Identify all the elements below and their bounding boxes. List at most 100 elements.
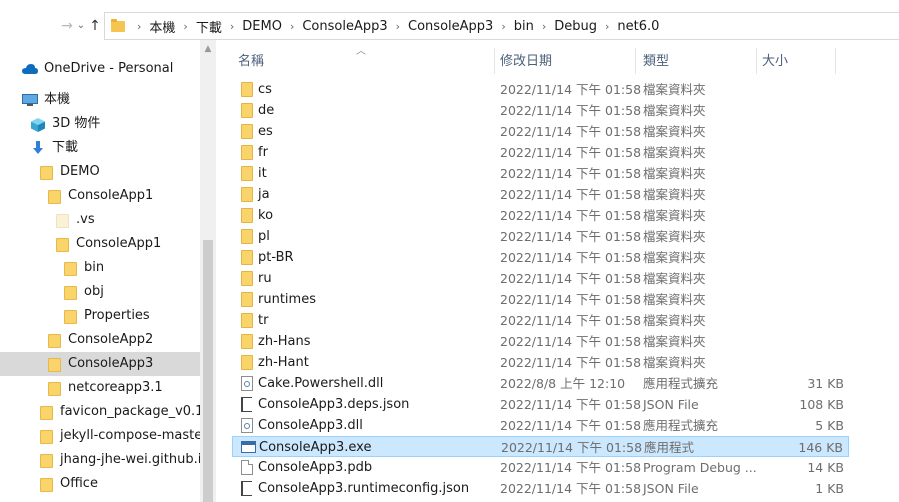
file-row[interactable]: ConsoleApp3.runtimeconfig.json 2022/11/14… [232, 478, 849, 499]
file-row[interactable]: tr 2022/11/14 下午 01:58 檔案資料夾 [232, 310, 849, 331]
file-row[interactable]: fr 2022/11/14 下午 01:58 檔案資料夾 [232, 142, 849, 163]
file-row[interactable]: ConsoleApp3.pdb 2022/11/14 下午 01:58 Progra… [232, 457, 849, 478]
file-size: 5 KB [815, 418, 844, 433]
column-divider[interactable] [635, 48, 636, 74]
file-row[interactable]: pl 2022/11/14 下午 01:58 檔案資料夾 [232, 226, 849, 247]
up-arrow-icon[interactable]: ↑ [86, 13, 104, 39]
sidebar-item-label: netcoreapp3.1 [68, 380, 163, 395]
sidebar-item-label: Office [60, 476, 98, 491]
sidebar-item-netcoreapp31[interactable]: netcoreapp3.1 [0, 376, 200, 400]
file-row[interactable]: es 2022/11/14 下午 01:58 檔案資料夾 [232, 121, 849, 142]
sidebar-item-github-io[interactable]: jhang-jhe-wei.github.io-m [0, 448, 200, 472]
sidebar-item-downloads[interactable]: 下載 [0, 136, 200, 160]
file-type: 檔案資料夾 [643, 229, 706, 244]
breadcrumb-item[interactable]: ConsoleApp3 [302, 19, 387, 34]
sidebar-item-bin[interactable]: bin [0, 256, 200, 280]
address-bar[interactable]: › 本機 › 下載 › DEMO › ConsoleApp3 › Console… [104, 12, 899, 40]
chevron-right-icon[interactable]: › [290, 20, 294, 33]
file-type: 檔案資料夾 [643, 82, 706, 97]
sidebar-item-consoleapp2[interactable]: ConsoleApp2 [0, 328, 200, 352]
scrollbar-thumb[interactable] [203, 240, 213, 502]
file-row[interactable]: ConsoleApp3.dll 2022/11/14 下午 01:58 應用程式擴充… [232, 415, 849, 436]
file-name: es [258, 124, 273, 139]
column-header-size[interactable]: 大小 [762, 50, 788, 74]
column-header-date[interactable]: 修改日期 [500, 50, 552, 74]
folder-icon [40, 430, 53, 444]
file-row[interactable]: ru 2022/11/14 下午 01:58 檔案資料夾 [232, 268, 849, 289]
breadcrumb-item[interactable]: bin [514, 19, 534, 34]
file-row-selected[interactable]: ConsoleApp3.exe 2022/11/14 下午 01:58 應用程式 14… [232, 436, 849, 457]
file-name: runtimes [258, 292, 316, 307]
chevron-right-icon[interactable]: › [137, 20, 141, 33]
file-type: 檔案資料夾 [643, 124, 706, 139]
chevron-right-icon[interactable]: › [183, 20, 187, 33]
file-name: ja [258, 187, 270, 202]
column-divider[interactable] [494, 48, 495, 74]
scroll-up-arrow-icon[interactable]: ▲ [200, 44, 216, 54]
sidebar-item-demo[interactable]: DEMO [0, 160, 200, 184]
breadcrumb-item[interactable]: net6.0 [617, 19, 659, 34]
sidebar-item-vs[interactable]: .vs [0, 208, 200, 232]
sidebar-item-obj[interactable]: obj [0, 280, 200, 304]
file-row[interactable]: pt-BR 2022/11/14 下午 01:58 檔案資料夾 [232, 247, 849, 268]
file-name: ConsoleApp3.pdb [258, 460, 373, 475]
folder-icon [241, 187, 253, 202]
file-date: 2022/11/14 下午 01:58 [500, 397, 642, 412]
download-icon [33, 141, 43, 154]
file-name: ConsoleApp3.deps.json [258, 397, 410, 412]
breadcrumb-item[interactable]: ConsoleApp3 [408, 19, 493, 34]
file-date: 2022/11/14 下午 01:58 [501, 440, 643, 455]
sidebar-item-label: 3D 物件 [52, 116, 101, 131]
file-row[interactable]: runtimes 2022/11/14 下午 01:58 檔案資料夾 [232, 289, 849, 310]
file-row[interactable]: ja 2022/11/14 下午 01:58 檔案資料夾 [232, 184, 849, 205]
sidebar-item-3d-objects[interactable]: 3D 物件 [0, 112, 200, 136]
folder-icon [241, 124, 253, 139]
chevron-right-icon[interactable]: › [230, 20, 234, 33]
file-row[interactable]: cs 2022/11/14 下午 01:58 檔案資料夾 [232, 79, 849, 100]
file-row[interactable]: ConsoleApp3.deps.json 2022/11/14 下午 01:58… [232, 394, 849, 415]
file-row[interactable]: zh-Hant 2022/11/14 下午 01:58 檔案資料夾 [232, 352, 849, 373]
folder-icon [64, 310, 77, 324]
column-header-name[interactable]: 名稱 [238, 50, 264, 74]
column-divider[interactable] [756, 48, 757, 74]
file-type: 檔案資料夾 [643, 334, 706, 349]
sidebar-item-properties[interactable]: Properties [0, 304, 200, 328]
file-type: 應用程式擴充 [643, 376, 719, 391]
folder-icon [48, 190, 61, 204]
file-row[interactable]: Cake.Powershell.dll 2022/8/8 上午 12:10 應用程式… [232, 373, 849, 394]
sidebar-item-onedrive[interactable]: OneDrive - Personal [0, 57, 200, 81]
file-type: 檔案資料夾 [643, 271, 706, 286]
file-date: 2022/11/14 下午 01:58 [500, 292, 642, 307]
folder-icon [241, 166, 253, 181]
column-divider[interactable] [835, 48, 836, 74]
file-row[interactable]: de 2022/11/14 下午 01:58 檔案資料夾 [232, 100, 849, 121]
sidebar-item-consoleapp3[interactable]: ConsoleApp3 [0, 352, 200, 376]
file-date: 2022/8/8 上午 12:10 [500, 376, 626, 391]
sidebar-item-label: DEMO [60, 164, 100, 179]
sidebar-item-jekyll-compose[interactable]: jekyll-compose-master [0, 424, 200, 448]
chevron-right-icon[interactable]: › [542, 20, 546, 33]
chevron-right-icon[interactable]: › [396, 20, 400, 33]
breadcrumb-item[interactable]: 下載 [196, 17, 222, 36]
breadcrumb-item[interactable]: DEMO [242, 19, 282, 34]
breadcrumb-item[interactable]: 本機 [149, 17, 175, 36]
sidebar-item-favicon-package[interactable]: favicon_package_v0.16 [0, 400, 200, 424]
file-date: 2022/11/14 下午 01:58 [500, 229, 642, 244]
chevron-right-icon[interactable]: › [501, 20, 505, 33]
folder-icon [56, 238, 69, 252]
sidebar-item-consoleapp1[interactable]: ConsoleApp1 [0, 184, 200, 208]
folder-icon [64, 286, 77, 300]
sidebar-item-this-pc[interactable]: 本機 [0, 88, 200, 112]
file-type: 檔案資料夾 [643, 313, 706, 328]
file-row[interactable]: ko 2022/11/14 下午 01:58 檔案資料夾 [232, 205, 849, 226]
breadcrumb-item[interactable]: Debug [554, 19, 597, 34]
file-date: 2022/11/14 下午 01:58 [500, 208, 642, 223]
file-row[interactable]: it 2022/11/14 下午 01:58 檔案資料夾 [232, 163, 849, 184]
sidebar-item-office[interactable]: Office [0, 472, 200, 496]
column-header-type[interactable]: 類型 [643, 50, 669, 74]
file-row[interactable]: zh-Hans 2022/11/14 下午 01:58 檔案資料夾 [232, 331, 849, 352]
sidebar-scrollbar[interactable]: ▲ [200, 40, 216, 502]
chevron-right-icon[interactable]: › [605, 20, 609, 33]
file-date: 2022/11/14 下午 01:58 [500, 145, 642, 160]
sidebar-item-consoleapp1-inner[interactable]: ConsoleApp1 [0, 232, 200, 256]
